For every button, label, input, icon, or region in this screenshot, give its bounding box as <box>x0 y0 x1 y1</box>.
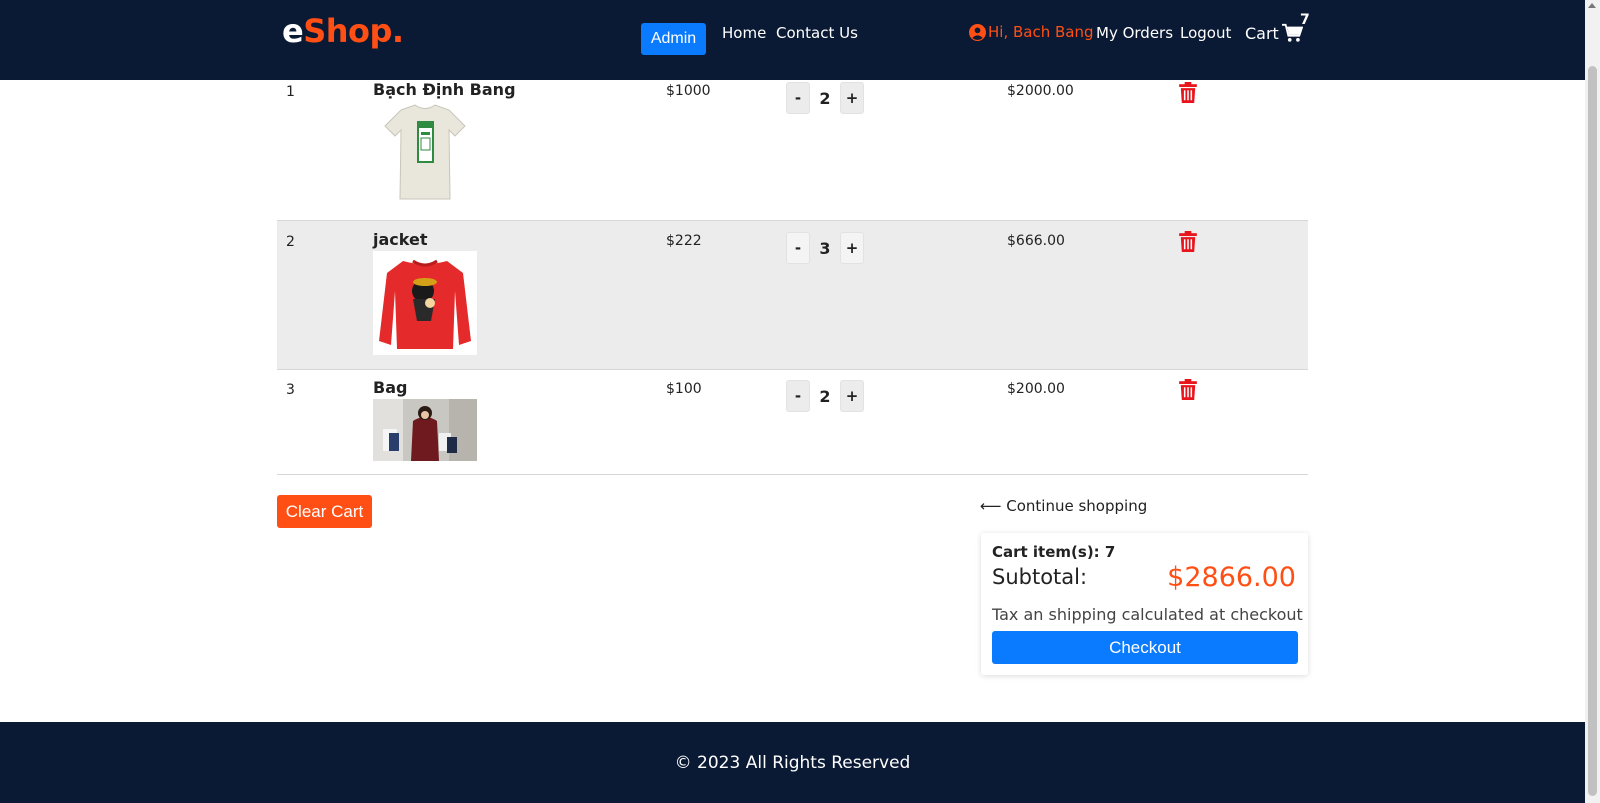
eshop-logo[interactable]: eShop. <box>282 12 404 50</box>
cart-link[interactable]: Cart <box>1245 23 1303 43</box>
cart-row: 1 Bạch Định Bang $1000 - 2 + $2000.00 <box>277 80 1308 221</box>
quantity-stepper: - 2 + <box>786 380 864 412</box>
line-total: $666.00 <box>1007 233 1065 249</box>
unit-price: $222 <box>666 233 702 249</box>
line-total: $2000.00 <box>1007 83 1074 99</box>
cart-summary-card: Cart item(s): 7 Subtotal: $2866.00 Tax a… <box>981 533 1308 675</box>
clear-cart-button[interactable]: Clear Cart <box>277 495 372 528</box>
cart-label: Cart <box>1245 23 1279 43</box>
quantity-value: 3 <box>819 238 831 258</box>
unit-price: $1000 <box>666 83 711 99</box>
scrollbar-thumb[interactable] <box>1588 66 1597 796</box>
subtotal-label: Subtotal: <box>992 565 1088 589</box>
quantity-value: 2 <box>819 386 831 406</box>
user-circle-icon <box>969 23 986 41</box>
product-name: Bag <box>373 378 408 397</box>
decrement-button[interactable]: - <box>786 82 810 114</box>
decrement-button[interactable]: - <box>786 232 810 264</box>
checkout-button[interactable]: Checkout <box>992 631 1298 664</box>
user-greeting[interactable]: Hi, Bach Bang <box>969 23 1094 41</box>
product-name: Bạch Định Bang <box>373 80 516 99</box>
increment-button[interactable]: + <box>840 82 864 114</box>
my-orders-link[interactable]: My Orders <box>1096 24 1173 42</box>
increment-button[interactable]: + <box>840 380 864 412</box>
quantity-value: 2 <box>819 88 831 108</box>
product-image-bag <box>373 399 477 461</box>
row-index: 3 <box>286 382 295 398</box>
logo-shop: Shop <box>303 12 392 50</box>
trash-icon[interactable] <box>1179 82 1197 103</box>
cart-item-count: Cart item(s): 7 <box>992 543 1116 561</box>
product-name: jacket <box>373 230 428 249</box>
logo-dot: . <box>391 12 404 50</box>
admin-button[interactable]: Admin <box>641 23 706 55</box>
footer: © 2023 All Rights Reserved <box>0 722 1585 803</box>
tax-note: Tax an shipping calculated at checkout <box>992 605 1303 624</box>
product-image-tshirt <box>373 102 477 202</box>
line-total: $200.00 <box>1007 381 1065 397</box>
page-scrollbar[interactable] <box>1585 0 1600 803</box>
decrement-button[interactable]: - <box>786 380 810 412</box>
quantity-stepper: - 2 + <box>786 82 864 114</box>
nav-home-link[interactable]: Home <box>722 24 766 42</box>
continue-shopping-link[interactable]: ⟵ Continue shopping <box>980 497 1147 515</box>
copyright-text: © 2023 All Rights Reserved <box>674 753 911 773</box>
nav-contact-link[interactable]: Contact Us <box>776 24 858 42</box>
cart-row: 2 jacket $222 - 3 + $666.00 <box>277 220 1308 370</box>
cart-row: 3 Bag $100 - 2 + $200.00 <box>277 369 1308 475</box>
greeting-text: Hi, Bach Bang <box>988 23 1094 41</box>
increment-button[interactable]: + <box>840 232 864 264</box>
trash-icon[interactable] <box>1179 379 1197 400</box>
product-image-sweatshirt <box>373 251 477 355</box>
quantity-stepper: - 3 + <box>786 232 864 264</box>
scroll-up-arrow-icon[interactable] <box>1588 3 1596 8</box>
unit-price: $100 <box>666 381 702 397</box>
logo-e: e <box>282 12 304 50</box>
subtotal-value: $2866.00 <box>1167 562 1296 593</box>
logout-link[interactable]: Logout <box>1180 24 1231 42</box>
row-index: 1 <box>286 84 295 100</box>
cart-count-badge: 7 <box>1300 12 1310 28</box>
row-index: 2 <box>286 234 295 250</box>
trash-icon[interactable] <box>1179 231 1197 252</box>
top-navbar: eShop. Admin Home Contact Us Hi, Bach Ba… <box>0 0 1585 80</box>
